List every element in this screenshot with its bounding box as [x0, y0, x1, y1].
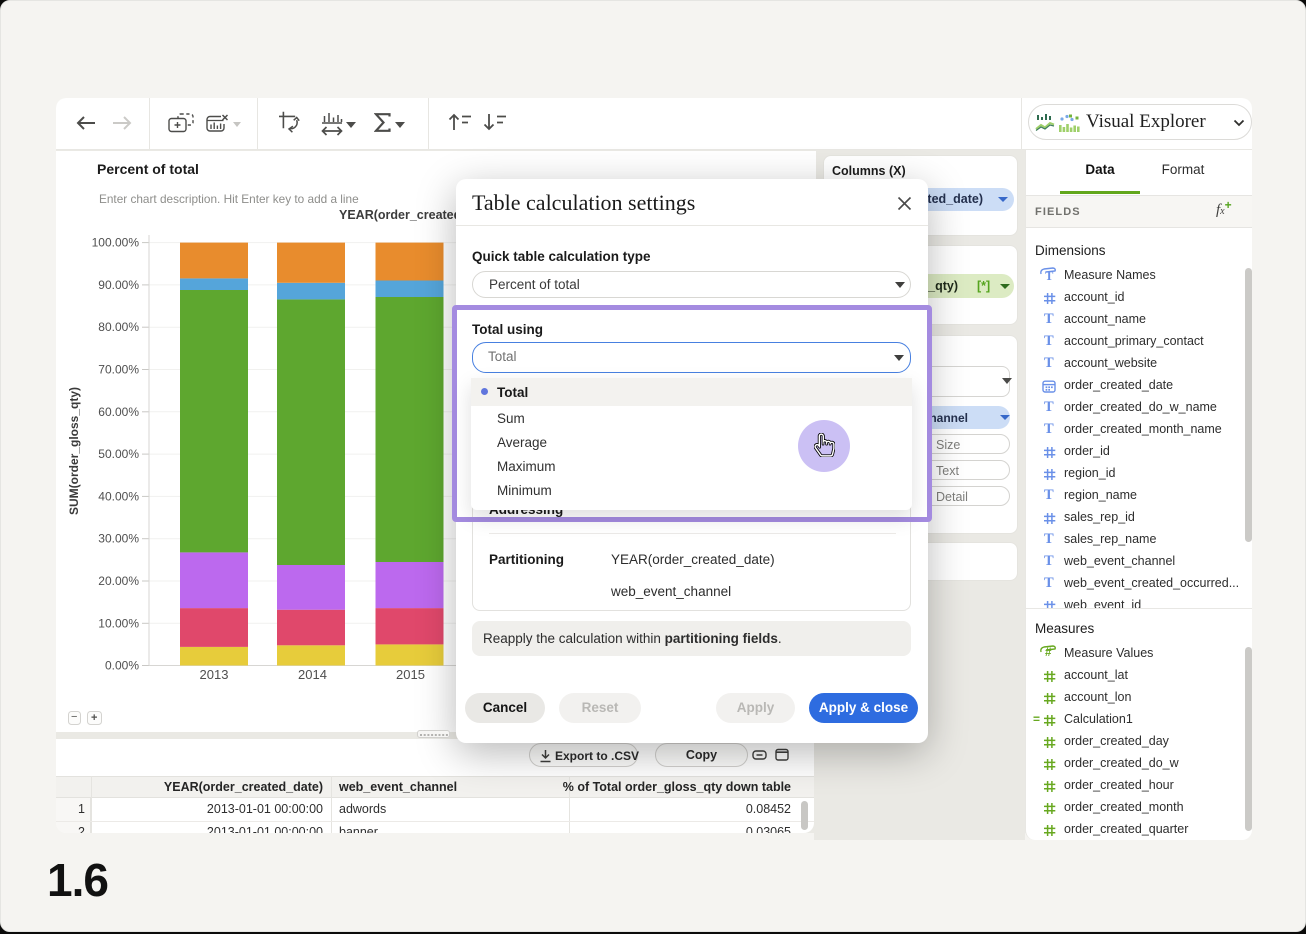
svg-text:60.00%: 60.00% [98, 405, 139, 419]
svg-text:SUM(order_gloss_qty): SUM(order_gloss_qty) [67, 387, 81, 515]
svg-text:2013: 2013 [200, 667, 229, 682]
svg-text:70.00%: 70.00% [98, 363, 139, 377]
svg-text:40.00%: 40.00% [98, 489, 139, 503]
svg-text:2014: 2014 [298, 667, 327, 682]
svg-text:80.00%: 80.00% [98, 320, 139, 334]
svg-text:90.00%: 90.00% [98, 278, 139, 292]
svg-text:30.00%: 30.00% [98, 532, 139, 546]
svg-text:20.00%: 20.00% [98, 574, 139, 588]
svg-text:50.00%: 50.00% [98, 447, 139, 461]
svg-text:0.00%: 0.00% [105, 659, 139, 673]
svg-text:10.00%: 10.00% [98, 616, 139, 630]
svg-text:100.00%: 100.00% [92, 236, 140, 250]
svg-text:2015: 2015 [396, 667, 425, 682]
